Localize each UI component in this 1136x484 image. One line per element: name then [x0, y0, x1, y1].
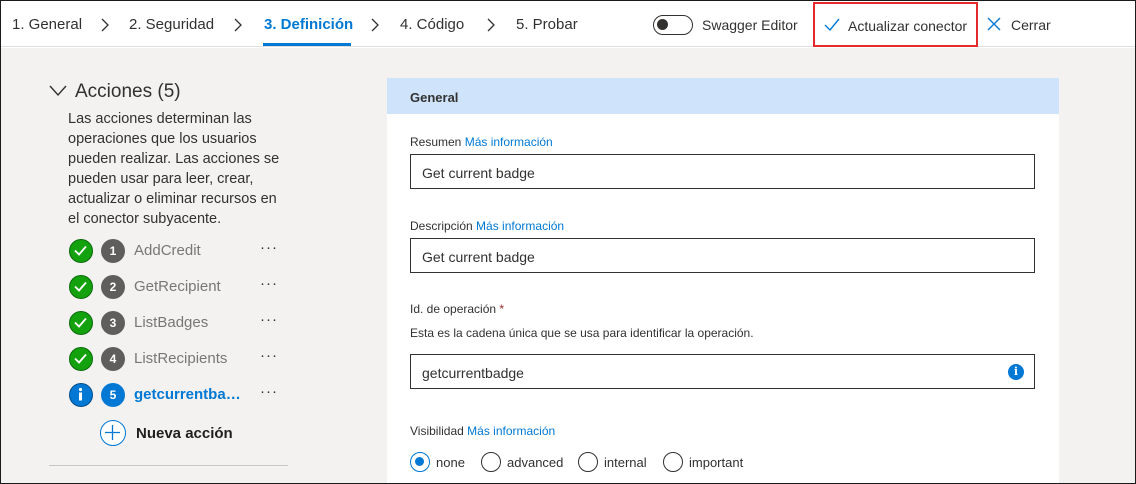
summary-input[interactable]: Get current badge: [410, 154, 1035, 189]
action-item-selected[interactable]: 5 getcurrentbadge ···: [69, 383, 289, 409]
chevron-right-icon: [234, 18, 242, 32]
step-definition[interactable]: 3. Definición: [264, 16, 353, 33]
radio-circle: [481, 452, 501, 472]
general-panel: General Resumen Más información Get curr…: [387, 78, 1059, 483]
update-connector-button[interactable]: Actualizar conector: [813, 2, 978, 47]
info-status-icon: [69, 383, 93, 407]
summary-label: Resumen Más información: [410, 135, 553, 149]
visibility-label: Visibilidad Más información: [410, 424, 555, 438]
toggle-knob: [657, 19, 668, 30]
definition-workspace: Acciones (5) Las acciones determinan las…: [1, 48, 1135, 483]
description-label-text: Descripción: [410, 219, 473, 233]
connector-editor-window: 1. General 2. Seguridad 3. Definición 4.…: [0, 0, 1136, 484]
visibility-learn-more-link[interactable]: Más información: [467, 424, 555, 438]
description-input[interactable]: Get current badge: [410, 238, 1035, 273]
chevron-right-icon: [487, 18, 495, 32]
new-action-label: Nueva acción: [136, 425, 233, 442]
action-name: AddCredit: [134, 242, 201, 259]
more-options-icon[interactable]: ···: [260, 347, 278, 364]
swagger-editor-label: Swagger Editor: [702, 17, 798, 33]
step-security[interactable]: 2. Seguridad: [129, 16, 214, 33]
operation-id-label-text: Id. de operación: [410, 302, 497, 316]
step-test[interactable]: 5. Probar: [516, 16, 578, 33]
radio-circle: [663, 452, 683, 472]
update-connector-label: Actualizar conector: [848, 18, 968, 34]
info-icon[interactable]: i: [1008, 364, 1024, 380]
action-item[interactable]: 3 ListBadges ···: [69, 311, 289, 337]
radio-label: none: [436, 455, 465, 470]
visibility-label-text: Visibilidad: [410, 424, 464, 438]
summary-label-text: Resumen: [410, 135, 462, 149]
panel-title: General: [410, 90, 459, 105]
divider: [49, 465, 288, 466]
action-number: 2: [101, 275, 125, 299]
swagger-editor-toggle[interactable]: [653, 15, 693, 35]
general-panel-header: General: [387, 78, 1059, 114]
checkmark-icon: [824, 18, 840, 32]
close-button[interactable]: Cerrar: [1011, 17, 1051, 33]
more-options-icon[interactable]: ···: [260, 383, 278, 400]
actions-heading: Acciones (5): [75, 81, 181, 102]
operation-id-hint: Esta es la cadena única que se usa para …: [410, 326, 754, 340]
chevron-right-icon: [371, 18, 379, 32]
action-item[interactable]: 2 GetRecipient ···: [69, 275, 289, 301]
step-general[interactable]: 1. General: [12, 16, 82, 33]
action-name: GetRecipient: [134, 278, 221, 295]
description-label: Descripción Más información: [410, 219, 564, 233]
success-check-icon: [69, 239, 93, 263]
operation-id-value: getcurrentbadge: [422, 365, 524, 381]
action-item[interactable]: 1 AddCredit ···: [69, 239, 289, 265]
summary-learn-more-link[interactable]: Más información: [465, 135, 553, 149]
more-options-icon[interactable]: ···: [260, 239, 278, 256]
radio-label: advanced: [507, 455, 564, 470]
active-step-indicator: [263, 43, 351, 46]
more-options-icon[interactable]: ···: [260, 275, 278, 292]
success-check-icon: [69, 347, 93, 371]
description-value: Get current badge: [422, 249, 535, 265]
success-check-icon: [69, 275, 93, 299]
success-check-icon: [69, 311, 93, 335]
action-number: 4: [101, 347, 125, 371]
actions-description: Las acciones determinan las operaciones …: [68, 111, 280, 227]
description-learn-more-link[interactable]: Más información: [476, 219, 564, 233]
action-name: ListBadges: [134, 314, 209, 331]
action-item[interactable]: 4 ListRecipients ···: [69, 347, 289, 373]
wizard-nav: 1. General 2. Seguridad 3. Definición 4.…: [1, 1, 1135, 47]
chevron-down-icon[interactable]: [49, 85, 67, 97]
radio-label: important: [689, 455, 744, 470]
radio-circle: [410, 452, 430, 472]
radio-circle: [578, 452, 598, 472]
chevron-right-icon: [101, 18, 109, 32]
radio-label: internal: [604, 455, 647, 470]
operation-id-input[interactable]: getcurrentbadge i: [410, 354, 1035, 389]
action-number: 5: [101, 383, 125, 407]
close-icon[interactable]: [987, 17, 1001, 31]
step-code[interactable]: 4. Código: [400, 16, 464, 33]
action-name: getcurrentbadge: [134, 386, 246, 403]
action-number: 1: [101, 239, 125, 263]
summary-value: Get current badge: [422, 165, 535, 181]
add-icon: [100, 420, 126, 446]
more-options-icon[interactable]: ···: [260, 311, 278, 328]
action-name: ListRecipients: [134, 350, 228, 367]
action-number: 3: [101, 311, 125, 335]
required-marker: *: [499, 302, 505, 316]
operation-id-label: Id. de operación *: [410, 302, 504, 316]
